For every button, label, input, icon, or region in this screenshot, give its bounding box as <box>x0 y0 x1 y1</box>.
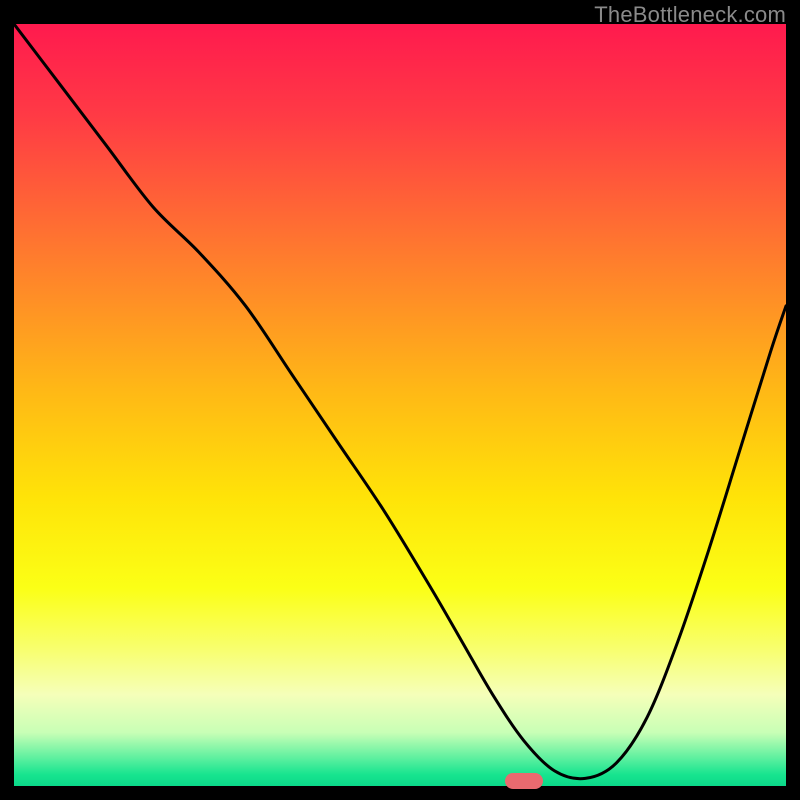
watermark-text: TheBottleneck.com <box>594 2 786 28</box>
plot-area <box>14 24 786 786</box>
chart-frame: TheBottleneck.com <box>0 0 800 800</box>
bottleneck-curve <box>14 24 786 786</box>
optimal-marker <box>505 773 543 789</box>
